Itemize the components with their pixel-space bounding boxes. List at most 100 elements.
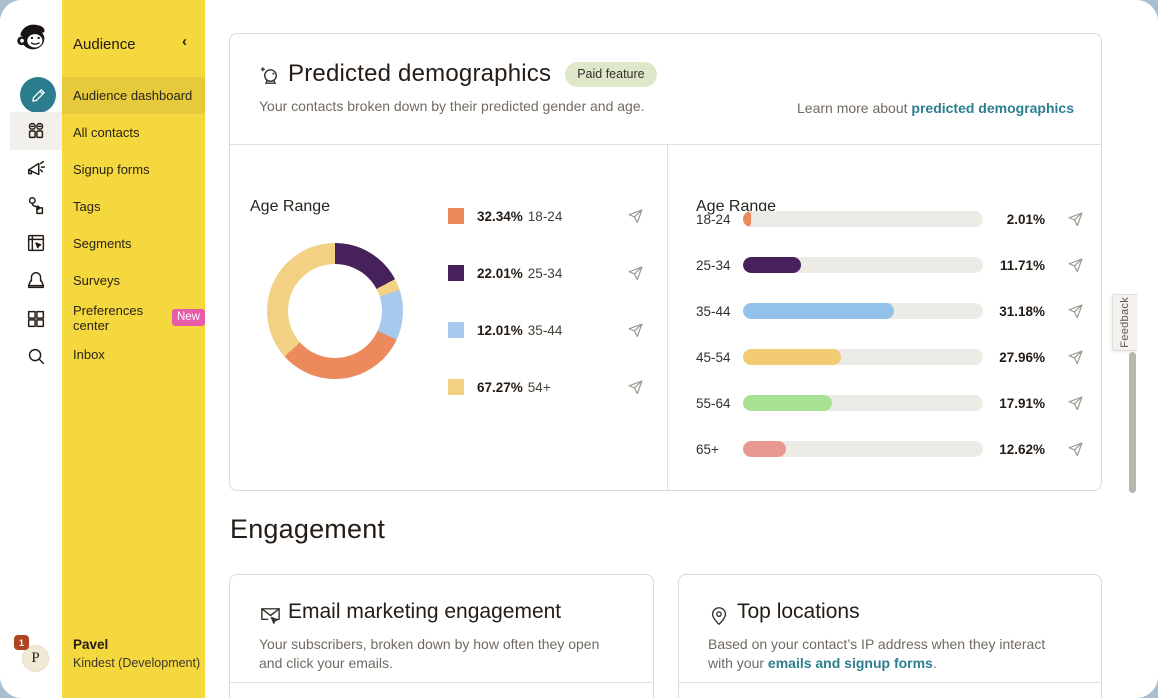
sidebar-item-preferences-center[interactable]: Preferences center New <box>62 299 205 336</box>
paper-plane-icon <box>1067 349 1084 366</box>
legend-swatch <box>448 265 464 281</box>
sidebar-title: Audience <box>73 36 136 53</box>
search-icon <box>25 345 47 367</box>
integrations-grid-icon <box>25 308 47 330</box>
bar-age-label: 65+ <box>696 442 743 457</box>
sidebar-item-surveys[interactable]: Surveys <box>62 262 205 299</box>
rail-item-campaigns[interactable] <box>10 150 62 188</box>
legend-age-range: 25-34 <box>528 266 563 281</box>
new-badge: New <box>172 309 205 326</box>
bar-percent-value: 12.62% <box>983 442 1045 457</box>
rail-item-automations[interactable] <box>10 187 62 225</box>
feedback-tab[interactable]: Feedback <box>1112 294 1137 351</box>
legend-age-range: 35-44 <box>528 323 563 338</box>
legend-row: 12.01% 35-44 <box>448 320 644 340</box>
sidebar-item-tags[interactable]: Tags <box>62 188 205 225</box>
sidebar-item-all-contacts[interactable]: All contacts <box>62 114 205 151</box>
paper-plane-icon <box>1067 441 1084 458</box>
bar-row: 18-24 2.01% <box>696 209 1084 229</box>
sidebar-item-label: Surveys <box>73 273 120 288</box>
send-campaign-button[interactable] <box>1067 349 1084 366</box>
paper-plane-icon <box>627 322 644 339</box>
icon-rail: P 1 <box>0 0 62 698</box>
rail-item-integrations[interactable] <box>10 300 62 338</box>
email-card-body: Your subscribers, broken down by how oft… <box>259 635 624 673</box>
age-range-bar-chart: 18-24 2.01% 25-34 11.71% 35-44 31.18% 45… <box>696 209 1084 485</box>
crystal-ball-icon <box>259 65 282 93</box>
legend-swatch <box>448 322 464 338</box>
sidebar-nav: Audience dashboardAll contacts Signup for… <box>62 77 205 373</box>
sidebar-item-label: Signup forms <box>73 162 150 177</box>
bar-fill <box>743 257 801 273</box>
legend-row: 32.34% 18-24 <box>448 206 644 226</box>
donut-legend: 32.34% 18-24 22.01% 25-34 12.01% 35-44 6… <box>448 206 644 434</box>
email-engagement-card: Email marketing engagement Your subscrib… <box>229 574 654 698</box>
bar-percent-value: 31.18% <box>983 304 1045 319</box>
bar-age-label: 35-44 <box>696 304 743 319</box>
send-campaign-button[interactable] <box>627 379 644 396</box>
paper-plane-icon <box>1067 395 1084 412</box>
rail-item-audience[interactable] <box>10 112 62 150</box>
legend-age-range: 18-24 <box>528 209 563 224</box>
bar-track <box>743 303 983 319</box>
legend-swatch <box>448 379 464 395</box>
legend-row: 22.01% 25-34 <box>448 263 644 283</box>
top-locations-card: Top locations Based on your contact’s IP… <box>678 574 1102 698</box>
bar-percent-value: 11.71% <box>983 258 1045 273</box>
emails-signup-forms-link[interactable]: emails and signup forms <box>768 655 933 671</box>
sidebar-item-label: Tags <box>73 199 100 214</box>
send-campaign-button[interactable] <box>627 208 644 225</box>
paper-plane-icon <box>1067 211 1084 228</box>
paper-plane-icon <box>627 379 644 396</box>
megaphone-icon <box>25 158 47 180</box>
send-campaign-button[interactable] <box>1067 211 1084 228</box>
legend-percent: 32.34% <box>477 209 523 224</box>
bar-row: 25-34 11.71% <box>696 255 1084 275</box>
bar-percent-value: 2.01% <box>983 212 1045 227</box>
rail-item-content-studio[interactable] <box>10 262 62 300</box>
sidebar-item-audience-dashboard[interactable]: Audience dashboard <box>62 77 205 114</box>
bar-row: 35-44 31.18% <box>696 301 1084 321</box>
bar-row: 45-54 27.96% <box>696 347 1084 367</box>
send-campaign-button[interactable] <box>627 265 644 282</box>
sidebar-item-segments[interactable]: Segments <box>62 225 205 262</box>
legend-row: 67.27% 54+ <box>448 377 644 397</box>
sidebar-item-label: Preferences center <box>73 303 167 333</box>
bar-fill <box>743 349 841 365</box>
pencil-icon <box>30 87 47 104</box>
audience-sidebar: Audience ‹ Audience dashboardAll contact… <box>62 0 205 698</box>
card-subtitle: Your contacts broken down by their predi… <box>259 98 645 114</box>
send-campaign-button[interactable] <box>1067 441 1084 458</box>
automations-icon <box>25 195 47 217</box>
user-info[interactable]: Pavel Kindest (Development) <box>73 637 200 670</box>
send-campaign-button[interactable] <box>627 322 644 339</box>
rail-item-search[interactable] <box>10 337 62 375</box>
send-campaign-button[interactable] <box>1067 395 1084 412</box>
scrollbar-thumb[interactable] <box>1129 352 1136 493</box>
create-button[interactable] <box>20 77 56 113</box>
notification-badge[interactable]: 1 <box>14 635 29 650</box>
bar-fill <box>743 441 786 457</box>
collapse-sidebar-icon[interactable]: ‹ <box>182 33 187 50</box>
age-range-donut-chart <box>267 243 403 379</box>
bar-percent-value: 27.96% <box>983 350 1045 365</box>
legend-percent: 67.27% <box>477 380 523 395</box>
send-campaign-button[interactable] <box>1067 303 1084 320</box>
bar-fill <box>743 395 832 411</box>
email-card-title: Email marketing engagement <box>288 600 561 624</box>
bar-track <box>743 211 983 227</box>
location-pin-icon <box>708 605 730 632</box>
bar-age-label: 45-54 <box>696 350 743 365</box>
sidebar-item-signup-forms[interactable]: Signup forms <box>62 151 205 188</box>
app-window: P 1 Audience ‹ Audience dashboardAll con… <box>0 0 1158 698</box>
engagement-heading: Engagement <box>230 514 385 545</box>
mailchimp-logo-icon[interactable] <box>13 18 51 56</box>
paper-plane-icon <box>627 208 644 225</box>
bar-age-label: 25-34 <box>696 258 743 273</box>
bar-row: 65+ 12.62% <box>696 439 1084 459</box>
send-campaign-button[interactable] <box>1067 257 1084 274</box>
rail-item-website[interactable] <box>10 224 62 262</box>
sidebar-item-inbox[interactable]: Inbox <box>62 336 205 373</box>
legend-age-range: 54+ <box>528 380 551 395</box>
paper-plane-icon <box>627 265 644 282</box>
